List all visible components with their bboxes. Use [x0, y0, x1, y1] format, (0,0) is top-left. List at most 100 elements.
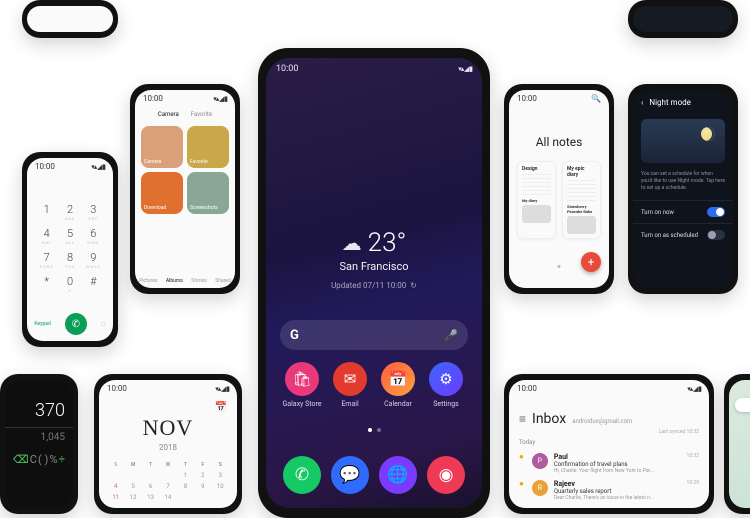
page-indicator[interactable]: [266, 428, 482, 432]
video-call-icon[interactable]: ▢: [101, 321, 106, 327]
album-thumb[interactable]: Camera: [141, 126, 183, 168]
mail-list: ●PPaulConfirmation of travel plansHi, Ch…: [509, 450, 709, 504]
google-logo: G: [290, 328, 299, 343]
calc-op[interactable]: %: [49, 453, 57, 466]
dock: ✆ 💬 🌐 ◉: [278, 456, 470, 494]
calendar-date[interactable]: 1: [177, 472, 194, 479]
gallery-grid: CameraFavoriteDownloadScreenshots: [135, 122, 235, 218]
note-card[interactable]: My epic diaryStrawberry Pancake Bake: [562, 161, 601, 239]
calendar-month[interactable]: NOV: [99, 415, 237, 441]
album-thumb[interactable]: Favorite: [187, 126, 229, 168]
note-cards: DesignMy diaryMy epic diaryStrawberry Pa…: [509, 161, 609, 239]
calculator-phone: 370 1,045 ⌫C( )%÷: [0, 374, 78, 514]
calendar-date[interactable]: 3: [212, 472, 229, 479]
refresh-icon[interactable]: ↻: [410, 281, 417, 290]
app-email[interactable]: ✉Email: [326, 362, 374, 408]
dial-key-1[interactable]: 1: [35, 203, 58, 221]
map-search-bar[interactable]: [735, 398, 750, 412]
toggle-switch[interactable]: [707, 230, 725, 240]
inbox-title: Inbox: [532, 411, 566, 427]
today-icon[interactable]: 📅: [215, 402, 227, 413]
calc-op[interactable]: ÷: [59, 453, 65, 466]
dialer-phone: 10:00 ▾▴ ◢ ▮ 12ABC3DEF 4GHI5JKL6MNO 7PQRS8T…: [22, 152, 118, 347]
menu-icon[interactable]: ≡: [519, 412, 526, 426]
notes-title: All notes: [509, 107, 609, 161]
inbox-section: Today: [509, 437, 709, 450]
gallery-tabs: Pictures Albums Stories Shared: [135, 278, 235, 284]
note-card[interactable]: DesignMy diary: [517, 161, 556, 239]
calendar-phone: 10:00▾▴ ◢ ▮ 📅 NOV 2018 SMTWTFS1234567891…: [94, 374, 242, 514]
dial-pad: 12ABC3DEF 4GHI5JKL6MNO 7PQRS8TUV9WXYZ *0+#: [27, 175, 113, 293]
mic-icon[interactable]: 🎤: [444, 329, 458, 342]
gallery-tab[interactable]: Pictures: [139, 278, 157, 284]
calc-op[interactable]: ⌫: [13, 453, 29, 466]
google-search-bar[interactable]: G 🎤: [280, 320, 468, 350]
calendar-date[interactable]: 10: [212, 483, 229, 490]
calendar-date[interactable]: 4: [107, 483, 124, 490]
calendar-date: [142, 472, 159, 479]
calendar-year: 2018: [99, 443, 237, 452]
calendar-date[interactable]: 7: [159, 483, 176, 490]
night-toggle-rows: Turn on nowTurn on as scheduled: [633, 200, 733, 246]
calendar-grid: SMTWTFS1234567891011121314: [99, 458, 237, 505]
add-note-button[interactable]: +: [581, 252, 601, 272]
status-time: 10:00: [35, 162, 55, 171]
status-time: 10:00: [276, 64, 298, 74]
temperature: 23°: [368, 228, 407, 258]
gallery-phone: 10:00▾▴ ◢ ▮ CameraFavorite CameraFavorit…: [130, 84, 240, 294]
calendar-date: [159, 472, 176, 479]
messages-icon[interactable]: 💬: [331, 456, 369, 494]
gallery-tab[interactable]: Stories: [191, 278, 207, 284]
calendar-date[interactable]: 5: [124, 483, 141, 490]
weather-widget[interactable]: ☁23° San Francisco Updated 07/11 10:00↻: [266, 228, 482, 292]
calendar-date: [124, 472, 141, 479]
search-icon[interactable]: 🔍: [591, 94, 601, 103]
dial-key-0[interactable]: 0+: [58, 275, 81, 293]
calc-op[interactable]: ( ): [38, 453, 48, 466]
toggle-switch[interactable]: [707, 207, 725, 217]
app-settings[interactable]: ⚙Settings: [422, 362, 470, 408]
calendar-date[interactable]: 6: [142, 483, 159, 490]
gallery-tab[interactable]: Albums: [166, 278, 183, 284]
browser-icon[interactable]: 🌐: [379, 456, 417, 494]
calc-op[interactable]: C: [30, 453, 37, 466]
dial-key-7[interactable]: 7PQRS: [35, 251, 58, 269]
status-icons: ▾▴ ◢ ▮: [91, 163, 105, 171]
app-galaxy-store[interactable]: 🛍Galaxy Store: [278, 362, 326, 408]
night-mode-phone: ‹ Night mode You can set a schedule for w…: [628, 84, 738, 294]
last-synced: Last synced 10:32: [509, 429, 709, 437]
app-grid: 🛍Galaxy Store✉Email📅Calendar⚙Settings: [278, 362, 470, 408]
calc-op-row: ⌫C( )%÷: [5, 447, 73, 466]
album-thumb[interactable]: Screenshots: [187, 172, 229, 214]
toggle-row[interactable]: Turn on now: [633, 200, 733, 223]
calendar-date[interactable]: 9: [194, 483, 211, 490]
back-icon[interactable]: ‹: [641, 98, 643, 107]
app-calendar[interactable]: 📅Calendar: [374, 362, 422, 408]
notes-phone: 10:00🔍 All notes DesignMy diaryMy epic d…: [504, 84, 614, 294]
night-mode-desc: You can set a schedule for when you'd li…: [633, 171, 733, 200]
dial-key-2[interactable]: 2ABC: [58, 203, 81, 221]
inbox-account[interactable]: androidux@gmail.com: [572, 418, 632, 425]
dial-key-4[interactable]: 4GHI: [35, 227, 58, 245]
phone-icon[interactable]: ✆: [283, 456, 321, 494]
status-icons: ▾▴ ◢ ▮: [458, 65, 472, 73]
album-thumb[interactable]: Download: [141, 172, 183, 214]
toggle-row[interactable]: Turn on as scheduled: [633, 223, 733, 246]
dial-key-*[interactable]: *: [35, 275, 58, 293]
gallery-tab[interactable]: Shared: [215, 278, 231, 284]
calc-subdisplay: 1,045: [5, 427, 73, 447]
dial-key-3[interactable]: 3DEF: [82, 203, 105, 221]
dial-key-6[interactable]: 6MNO: [82, 227, 105, 245]
dial-key-#[interactable]: #: [82, 275, 105, 293]
dial-key-5[interactable]: 5JKL: [58, 227, 81, 245]
call-button[interactable]: ✆: [65, 313, 87, 335]
keypad-label[interactable]: Keypad: [34, 321, 50, 327]
dial-key-9[interactable]: 9WXYZ: [82, 251, 105, 269]
calendar-date[interactable]: 8: [177, 483, 194, 490]
mail-item[interactable]: ●PPaulConfirmation of travel plansHi, Ch…: [509, 450, 709, 477]
page-title: Night mode: [649, 98, 690, 107]
dial-key-8[interactable]: 8TUV: [58, 251, 81, 269]
home-screen-phone: 10:00 ▾▴ ◢ ▮ ☁23° San Francisco Updated 0…: [258, 48, 490, 518]
camera-icon[interactable]: ◉: [427, 456, 465, 494]
calendar-date[interactable]: 2: [194, 472, 211, 479]
